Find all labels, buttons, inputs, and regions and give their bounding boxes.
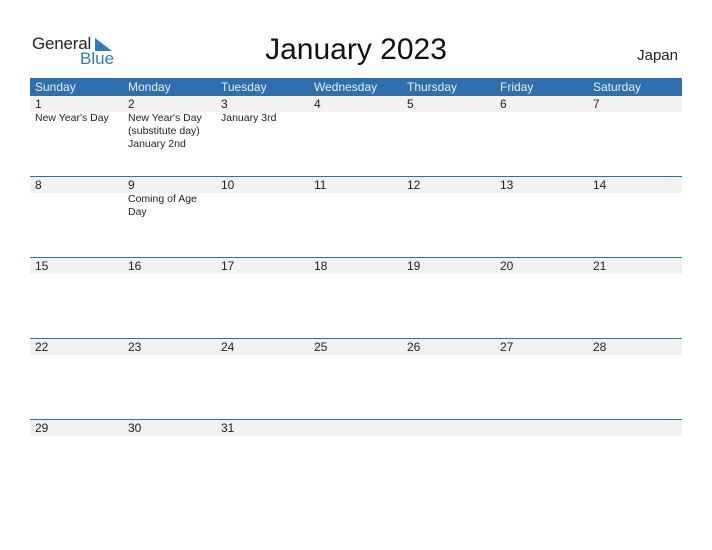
day-cell[interactable]: 7 [588,96,682,151]
holiday-label: Coming of Age Day [128,193,197,218]
weekday-wednesday: Wednesday [314,80,378,94]
day-number: 18 [314,259,328,273]
day-number: 16 [128,259,142,273]
day-number: 23 [128,340,142,354]
day-cell[interactable]: 30 [123,420,216,436]
day-number: 5 [407,97,414,111]
day-number: 19 [407,259,421,273]
day-number: 21 [593,259,607,273]
day-number: 11 [314,178,327,192]
weekday-saturday: Saturday [593,80,642,94]
week-row: 8 9 Coming of Age Day 10 11 12 13 14 [30,176,682,258]
weekday-sunday: Sunday [35,80,76,94]
day-cell[interactable] [588,420,682,436]
day-cell[interactable]: 6 [495,96,588,151]
day-cell[interactable]: 19 [402,258,495,274]
holiday-label: New Year's Day (substitute day) January … [128,112,202,150]
day-cell[interactable]: 5 [402,96,495,151]
day-cell[interactable]: 2 New Year's Day (substitute day) Januar… [123,96,216,151]
day-number: 29 [35,421,49,435]
country-label: Japan [637,47,678,64]
day-number: 14 [593,178,607,192]
day-number: 27 [500,340,514,354]
day-cell[interactable]: 28 [588,339,682,355]
day-number: 28 [593,340,607,354]
day-number: 6 [500,97,507,111]
day-cell[interactable]: 18 [309,258,402,274]
day-cell[interactable]: 24 [216,339,309,355]
day-cell[interactable]: 25 [309,339,402,355]
calendar: Sunday Monday Tuesday Wednesday Thursday… [30,78,682,501]
day-number: 30 [128,421,142,435]
week-row: 15 16 17 18 19 20 21 [30,257,682,339]
day-number: 22 [35,340,49,354]
weekday-thursday: Thursday [407,80,458,94]
day-cell[interactable]: 15 [30,258,123,274]
day-number: 20 [500,259,514,273]
day-cell[interactable] [402,420,495,436]
week-row: 22 23 24 25 26 27 28 [30,338,682,420]
weeks: 1 New Year's Day 2 New Year's Day (subst… [30,96,682,501]
week-row: 1 New Year's Day 2 New Year's Day (subst… [30,96,682,177]
weekday-friday: Friday [500,80,534,94]
day-number: 24 [221,340,235,354]
day-cell[interactable]: 9 Coming of Age Day [123,177,216,219]
day-number: 25 [314,340,328,354]
day-cell[interactable]: 29 [30,420,123,436]
day-number: 1 [35,97,42,111]
day-cell[interactable]: 8 [30,177,123,219]
day-number [500,420,588,436]
day-number: 4 [314,97,321,111]
day-number: 2 [128,97,135,111]
weekday-header: Sunday Monday Tuesday Wednesday Thursday… [30,78,682,96]
day-number: 26 [407,340,421,354]
day-number: 17 [221,259,235,273]
day-cell[interactable]: 13 [495,177,588,219]
day-number: 13 [500,178,514,192]
day-cell[interactable]: 3 January 3rd [216,96,309,151]
page-title: January 2023 [265,33,447,66]
day-number [314,420,402,436]
day-cell[interactable]: 26 [402,339,495,355]
day-number: 12 [407,178,421,192]
day-cell[interactable] [309,420,402,436]
day-number [593,420,682,436]
day-cell[interactable]: 22 [30,339,123,355]
day-cell[interactable]: 31 [216,420,309,436]
day-number: 8 [35,178,42,192]
week-row: 29 30 31 [30,419,682,501]
day-cell[interactable]: 21 [588,258,682,274]
day-cell[interactable]: 14 [588,177,682,219]
day-cell[interactable]: 4 [309,96,402,151]
day-cell[interactable]: 17 [216,258,309,274]
day-cell[interactable]: 1 New Year's Day [30,96,123,151]
day-cell[interactable]: 12 [402,177,495,219]
day-number: 7 [593,97,600,111]
weekday-tuesday: Tuesday [221,80,267,94]
day-number [407,420,495,436]
day-cell[interactable]: 27 [495,339,588,355]
day-number: 15 [35,259,49,273]
day-number: 3 [221,97,228,111]
day-cell[interactable]: 20 [495,258,588,274]
day-cell[interactable]: 11 [309,177,402,219]
day-cell[interactable]: 16 [123,258,216,274]
day-cell[interactable]: 10 [216,177,309,219]
day-number: 9 [128,178,135,192]
day-number: 10 [221,178,235,192]
weekday-monday: Monday [128,80,171,94]
holiday-label: January 3rd [221,112,277,124]
day-cell[interactable] [495,420,588,436]
holiday-label: New Year's Day [35,112,109,124]
day-cell[interactable]: 23 [123,339,216,355]
day-number: 31 [221,421,235,435]
